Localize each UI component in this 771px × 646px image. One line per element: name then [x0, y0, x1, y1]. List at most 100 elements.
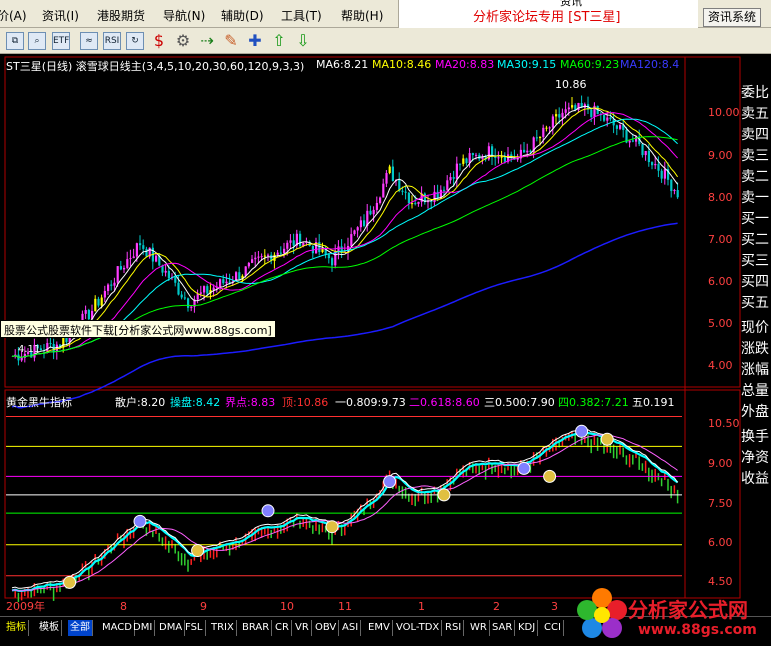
side-item-price: 现价	[741, 320, 769, 336]
tab-brar[interactable]: BRAR	[240, 620, 273, 636]
tab-all[interactable]: 全部	[68, 620, 93, 636]
up-arrow-icon[interactable]: ⇧	[270, 32, 288, 50]
candle-body	[100, 297, 103, 306]
logo-url: www.88gs.com	[638, 622, 757, 638]
tab-cci[interactable]: CCI	[542, 620, 564, 636]
tab-sar[interactable]: SAR	[490, 620, 516, 636]
zoom-icon[interactable]: ⧉	[6, 32, 24, 50]
candle-body	[407, 192, 410, 204]
level-four-value: 四0.382:7.21	[558, 396, 629, 409]
menu-assist[interactable]: 辅助(D)	[221, 7, 264, 24]
pencil-icon[interactable]: ✎	[222, 32, 240, 50]
chart-area[interactable]: 10.00 9.00 8.00 7.00 6.00 5.00 4.00 10.5…	[0, 54, 771, 616]
tab-dmi[interactable]: DMI	[131, 620, 156, 636]
signal-badge-icon	[133, 514, 147, 528]
tab-trix[interactable]: TRIX	[209, 620, 237, 636]
candle-body	[116, 266, 119, 283]
sub-chart	[6, 415, 682, 602]
signal-badge-icon	[543, 469, 557, 483]
candle-body	[334, 251, 337, 266]
info-system-button[interactable]: 资讯系统	[703, 8, 761, 27]
candle-body	[503, 156, 506, 162]
xtick-label: 11	[338, 600, 352, 613]
candle-body	[564, 109, 567, 113]
candle-body	[657, 163, 660, 171]
candle-body	[20, 357, 23, 361]
tab-fsl[interactable]: FSL	[183, 620, 206, 636]
tab-dma[interactable]: DMA	[157, 620, 186, 636]
tab-emv[interactable]: EMV	[366, 620, 393, 636]
candle-body	[609, 117, 612, 120]
dollar-icon[interactable]: $	[150, 32, 168, 50]
menu-help[interactable]: 帮助(H)	[341, 7, 383, 24]
candle-body	[391, 166, 394, 182]
down-arrow-icon[interactable]: ⇩	[294, 32, 312, 50]
main-chart	[11, 95, 679, 409]
candle-body	[247, 262, 250, 267]
main-chart-title: ST三星(日线) 滚雪球日线主(3,4,5,10,20,30,60,120,9,…	[6, 60, 305, 73]
move-icon[interactable]: ✚	[246, 32, 264, 50]
side-item-sell5: 卖五	[741, 106, 769, 122]
candle-body	[529, 150, 532, 152]
main-ytick: 5.00	[708, 317, 733, 330]
candle-body	[372, 209, 375, 215]
refresh-icon[interactable]: ↻	[126, 32, 144, 50]
tab-rsi[interactable]: RSI	[443, 620, 465, 636]
tab-wr[interactable]: WR	[468, 620, 490, 636]
rsi-icon[interactable]: RSI	[103, 32, 121, 50]
search-icon[interactable]: ⌕	[28, 32, 46, 50]
candle-body	[196, 293, 199, 300]
tab-template[interactable]: 模板	[37, 620, 62, 636]
candle-body	[187, 298, 190, 308]
sub-panel-border	[4, 389, 741, 599]
chart-icon[interactable]: ≈	[80, 32, 98, 50]
candle-body	[260, 256, 263, 258]
export-icon[interactable]: ⇢	[198, 32, 216, 50]
tab-cr[interactable]: CR	[273, 620, 292, 636]
tab-macd[interactable]: MACD	[100, 620, 135, 636]
tab-vol-tdx[interactable]: VOL-TDX	[394, 620, 443, 636]
candle-body	[414, 203, 417, 205]
tab-vr[interactable]: VR	[293, 620, 312, 636]
menu-tools[interactable]: 工具(T)	[281, 7, 322, 24]
candle-body	[142, 245, 145, 249]
tab-kdj[interactable]: KDJ	[516, 620, 539, 636]
tab-indicator[interactable]: 指标	[4, 620, 29, 636]
candle-body	[449, 177, 452, 181]
candle-body	[526, 150, 529, 153]
menu-news[interactable]: 资讯(I)	[42, 7, 79, 24]
logo-text: 分析家公式网	[628, 598, 748, 622]
candle-body	[654, 163, 657, 166]
candle-body	[135, 243, 138, 257]
candle-body	[212, 287, 215, 291]
candle-body	[606, 117, 609, 121]
candle-body	[468, 153, 471, 164]
candle-body	[382, 183, 385, 198]
candle-body	[254, 257, 257, 260]
level-three-value: 三0.500:7.90	[484, 396, 555, 409]
etf-icon[interactable]: ETF	[52, 32, 70, 50]
candle-body	[299, 233, 302, 247]
candle-body	[379, 197, 382, 203]
tab-obv[interactable]: OBV	[313, 620, 340, 636]
candle-body	[363, 220, 366, 226]
sub-ytick: 9.00	[708, 457, 733, 470]
candle-body	[356, 227, 359, 231]
candle-body	[279, 252, 282, 254]
watermark-tooltip: 股票公式股票软件下载[分析家公式网www.88gs.com]	[0, 320, 276, 338]
signal-badge-icon	[63, 575, 77, 589]
ma10-value: MA10:8.46	[372, 58, 432, 71]
candle-body	[471, 153, 474, 155]
side-item-sell2: 卖二	[741, 169, 769, 185]
candle-body	[292, 240, 295, 246]
candle-body	[167, 270, 170, 279]
date-axis: 2009年 8 9 10 11 1 2 3	[6, 599, 558, 613]
menu-price[interactable]: 价(A)	[0, 7, 27, 24]
tab-asi[interactable]: ASI	[340, 620, 362, 636]
side-item-weibi: 委比	[741, 85, 769, 101]
plugin-icon[interactable]: ⚙	[174, 32, 192, 50]
menu-hk-futures[interactable]: 港股期货	[97, 7, 145, 24]
side-item-buy1: 买一	[741, 211, 769, 227]
menu-navigate[interactable]: 导航(N)	[163, 7, 205, 24]
candle-body	[350, 234, 353, 246]
